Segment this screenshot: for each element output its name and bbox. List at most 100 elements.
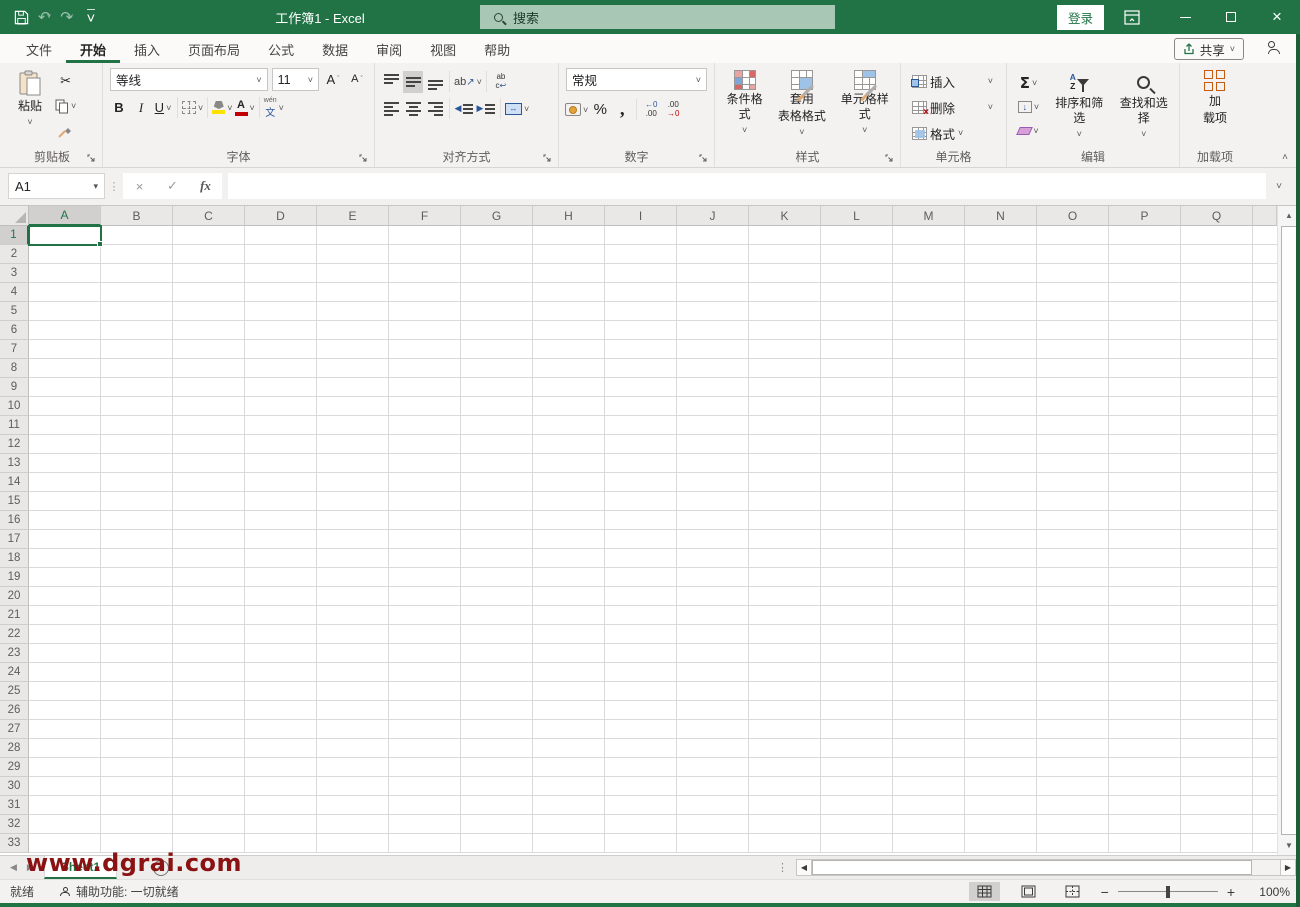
- accounting-format-button[interactable]: ˅: [565, 99, 588, 121]
- cell-J4[interactable]: [677, 283, 749, 302]
- cell-I28[interactable]: [605, 739, 677, 758]
- cell-D4[interactable]: [245, 283, 317, 302]
- cell-E26[interactable]: [317, 701, 389, 720]
- cell-L31[interactable]: [821, 796, 893, 815]
- cell-C32[interactable]: [173, 815, 245, 834]
- cell-H1[interactable]: [533, 226, 605, 245]
- cell-H10[interactable]: [533, 397, 605, 416]
- cell-F1[interactable]: [389, 226, 461, 245]
- cell-H31[interactable]: [533, 796, 605, 815]
- cell-C26[interactable]: [173, 701, 245, 720]
- cell-A30[interactable]: [29, 777, 101, 796]
- column-header-Q[interactable]: Q: [1181, 206, 1253, 226]
- cell-Q24[interactable]: [1181, 663, 1253, 682]
- cell-N3[interactable]: [965, 264, 1037, 283]
- cell-A16[interactable]: [29, 511, 101, 530]
- cell-O20[interactable]: [1037, 587, 1109, 606]
- cell-E7[interactable]: [317, 340, 389, 359]
- cell-M30[interactable]: [893, 777, 965, 796]
- cell-N25[interactable]: [965, 682, 1037, 701]
- cell-Q12[interactable]: [1181, 435, 1253, 454]
- cell-E11[interactable]: [317, 416, 389, 435]
- cell-A14[interactable]: [29, 473, 101, 492]
- column-header-B[interactable]: B: [101, 206, 173, 226]
- cell-O8[interactable]: [1037, 359, 1109, 378]
- cell-P13[interactable]: [1109, 454, 1181, 473]
- cell-O33[interactable]: [1037, 834, 1109, 853]
- font-size-select[interactable]: 11 ˅: [271, 68, 319, 91]
- cell-Q15[interactable]: [1181, 492, 1253, 511]
- cell-I32[interactable]: [605, 815, 677, 834]
- cell-B1[interactable]: [101, 226, 173, 245]
- cell-C25[interactable]: [173, 682, 245, 701]
- align-left-button[interactable]: [381, 98, 401, 120]
- cell-L8[interactable]: [821, 359, 893, 378]
- cell-M21[interactable]: [893, 606, 965, 625]
- shrink-font-button[interactable]: Aˇ: [347, 68, 367, 90]
- cell-N4[interactable]: [965, 283, 1037, 302]
- cell-L7[interactable]: [821, 340, 893, 359]
- cell-M24[interactable]: [893, 663, 965, 682]
- cell-N13[interactable]: [965, 454, 1037, 473]
- cell-I16[interactable]: [605, 511, 677, 530]
- cell-P5[interactable]: [1109, 302, 1181, 321]
- cell-M26[interactable]: [893, 701, 965, 720]
- cell-Q20[interactable]: [1181, 587, 1253, 606]
- page-layout-view-button[interactable]: [1013, 882, 1044, 901]
- cell-P29[interactable]: [1109, 758, 1181, 777]
- cell-Q28[interactable]: [1181, 739, 1253, 758]
- cell-M3[interactable]: [893, 264, 965, 283]
- ribbon-tab-插入[interactable]: 插入: [120, 34, 174, 63]
- cell-F7[interactable]: [389, 340, 461, 359]
- cell-I27[interactable]: [605, 720, 677, 739]
- autosum-button[interactable]: Σ ˅: [1010, 72, 1047, 94]
- column-header-H[interactable]: H: [533, 206, 605, 226]
- cell-G23[interactable]: [461, 644, 533, 663]
- cell-C28[interactable]: [173, 739, 245, 758]
- cell-J13[interactable]: [677, 454, 749, 473]
- undo-button[interactable]: ↶ ˅: [38, 10, 51, 25]
- cell-F20[interactable]: [389, 587, 461, 606]
- cell-A6[interactable]: [29, 321, 101, 340]
- cell-O9[interactable]: [1037, 378, 1109, 397]
- column-header-E[interactable]: E: [317, 206, 389, 226]
- cell-E19[interactable]: [317, 568, 389, 587]
- cell-J24[interactable]: [677, 663, 749, 682]
- cell-B7[interactable]: [101, 340, 173, 359]
- row-header-16[interactable]: 16: [0, 511, 29, 530]
- cell-B20[interactable]: [101, 587, 173, 606]
- cell-O22[interactable]: [1037, 625, 1109, 644]
- cell-N29[interactable]: [965, 758, 1037, 777]
- cell-B21[interactable]: [101, 606, 173, 625]
- cell-Q18[interactable]: [1181, 549, 1253, 568]
- cell-G8[interactable]: [461, 359, 533, 378]
- cell-O2[interactable]: [1037, 245, 1109, 264]
- row-header-1[interactable]: 1: [0, 226, 29, 245]
- cell-G21[interactable]: [461, 606, 533, 625]
- cell-G18[interactable]: [461, 549, 533, 568]
- row-header-11[interactable]: 11: [0, 416, 29, 435]
- cell-D10[interactable]: [245, 397, 317, 416]
- cell-G12[interactable]: [461, 435, 533, 454]
- cut-button[interactable]: ✂: [55, 70, 76, 92]
- cell-G1[interactable]: [461, 226, 533, 245]
- cell-A19[interactable]: [29, 568, 101, 587]
- cell-A22[interactable]: [29, 625, 101, 644]
- cell-M18[interactable]: [893, 549, 965, 568]
- cell-D1[interactable]: [245, 226, 317, 245]
- row-header-15[interactable]: 15: [0, 492, 29, 511]
- row-header-18[interactable]: 18: [0, 549, 29, 568]
- cell-F6[interactable]: [389, 321, 461, 340]
- zoom-slider[interactable]: [1117, 885, 1218, 898]
- cell-M23[interactable]: [893, 644, 965, 663]
- clear-button[interactable]: ˅: [1010, 120, 1047, 142]
- row-header-22[interactable]: 22: [0, 625, 29, 644]
- cell-P2[interactable]: [1109, 245, 1181, 264]
- cell-K23[interactable]: [749, 644, 821, 663]
- cell-C12[interactable]: [173, 435, 245, 454]
- name-box[interactable]: A1 ▾: [8, 173, 105, 199]
- cell-B19[interactable]: [101, 568, 173, 587]
- cell-H2[interactable]: [533, 245, 605, 264]
- cell-O1[interactable]: [1037, 226, 1109, 245]
- cell-H5[interactable]: [533, 302, 605, 321]
